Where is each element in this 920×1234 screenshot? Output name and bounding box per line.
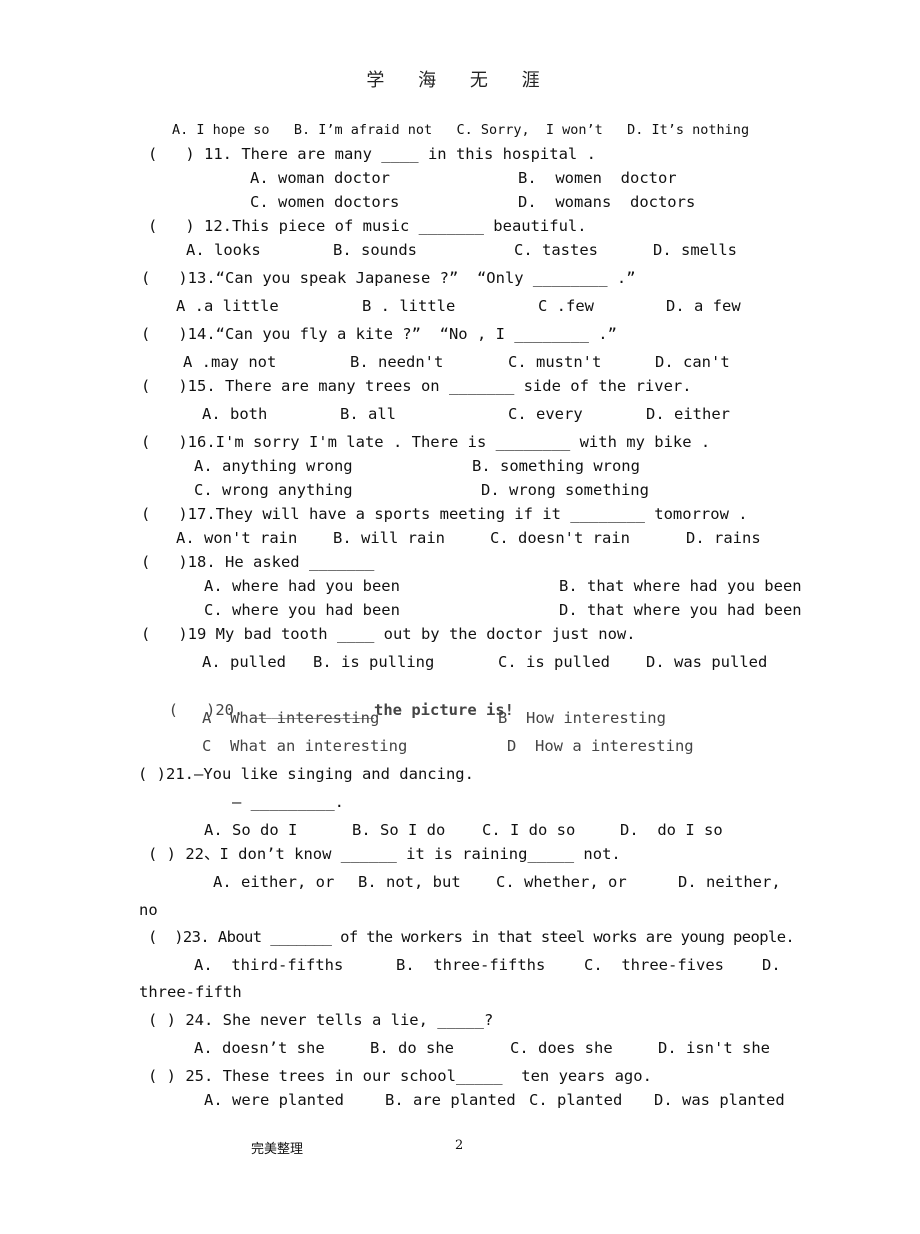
option-b: B. not, but [358, 873, 461, 891]
option-a: A. doesn’t she [194, 1039, 325, 1057]
question-25: ( ) 25. These trees in our school_____ t… [148, 1067, 652, 1085]
option-b: B . little [362, 297, 456, 315]
option-b: B. women doctor [518, 169, 677, 187]
option-b: B. is pulling [313, 653, 435, 671]
question-18: ( )18. He asked _______ [141, 553, 375, 571]
option-d-wrap: three-fifth [139, 983, 242, 1001]
option-a: A. anything wrong [194, 457, 353, 475]
option-b: B. something wrong [472, 457, 640, 475]
option-c: C What an interesting [202, 737, 408, 755]
question-20-text: the picture is! [374, 701, 514, 719]
footer-label: 完美整理 [251, 1142, 304, 1157]
option-c: C. tastes [514, 241, 598, 259]
option-c: C. where you had been [204, 601, 400, 619]
question-14: ( )14.“Can you fly a kite ?” “No , I ___… [141, 325, 617, 343]
question-16: ( )16.I'm sorry I'm late . There is ____… [141, 433, 711, 451]
option-b: B How interesting [498, 709, 666, 727]
option-a: A. pulled [202, 653, 286, 671]
question-22: ( ) 22、I don’t know ______ it is raining… [148, 845, 621, 863]
option-c: C. does she [510, 1039, 613, 1057]
page-header-title: 学 海 无 涯 [366, 70, 554, 91]
page-number: 2 [455, 1138, 464, 1153]
option-b: B. So I do [352, 821, 446, 839]
question-13: ( )13.“Can you speak Japanese ?” “Only _… [141, 269, 636, 287]
option-a: A. third-fifths [194, 956, 344, 974]
q10-options: A. I hope so B. I’m afraid not C. Sorry,… [172, 122, 750, 138]
option-d: D. [762, 956, 781, 974]
option-b: B. do she [370, 1039, 454, 1057]
option-b: B. three-fifths [396, 956, 546, 974]
question-24: ( ) 24. She never tells a lie, _____? [148, 1011, 494, 1029]
question-23: ( )23. About _______ of the workers in t… [148, 928, 795, 946]
option-d: D. a few [666, 297, 741, 315]
option-d: D. was planted [654, 1091, 785, 1109]
option-c: C. every [508, 405, 583, 423]
question-21: ( )21.—You like singing and dancing. [138, 765, 474, 783]
option-d: D. was pulled [646, 653, 768, 671]
option-a: A. either, or [213, 873, 335, 891]
option-a: A. looks [186, 241, 261, 259]
option-b: B. are planted [385, 1091, 516, 1109]
question-15: ( )15. There are many trees on _______ s… [141, 377, 692, 395]
question-21-reply: — _________. [232, 793, 344, 811]
option-d: D. can't [655, 353, 730, 371]
option-d: D. wrong something [481, 481, 649, 499]
option-a: A .may not [183, 353, 277, 371]
option-a: A. where had you been [204, 577, 400, 595]
option-c: C. planted [529, 1091, 623, 1109]
option-d: D. isn't she [658, 1039, 770, 1057]
option-c: C. I do so [482, 821, 576, 839]
option-d: D. do I so [620, 821, 723, 839]
option-d: D. smells [653, 241, 737, 259]
option-d: D. either [646, 405, 730, 423]
option-a: A. So do I [204, 821, 298, 839]
option-c: C. is pulled [498, 653, 610, 671]
option-b: B. sounds [333, 241, 417, 259]
option-a: A .a little [176, 297, 279, 315]
question-12: ( ) 12.This piece of music _______ beaut… [148, 217, 587, 235]
option-d-wrap: no [139, 901, 158, 919]
option-c: C. women doctors [250, 193, 400, 211]
option-d: D. rains [686, 529, 761, 547]
option-c: C. wrong anything [194, 481, 353, 499]
option-c: C .few [538, 297, 594, 315]
option-c: C. whether, or [496, 873, 627, 891]
question-19: ( )19 My bad tooth ____ out by the docto… [141, 625, 636, 643]
option-a: A. won't rain [176, 529, 298, 547]
option-c: C. doesn't rain [490, 529, 630, 547]
option-d: D. womans doctors [518, 193, 696, 211]
option-a: A. were planted [204, 1091, 344, 1109]
question-11: ( ) 11. There are many ____ in this hosp… [148, 145, 596, 163]
option-b: B. needn't [350, 353, 444, 371]
option-c: C. three-fives [584, 956, 724, 974]
option-b: B. will rain [333, 529, 445, 547]
option-b: B. all [340, 405, 396, 423]
option-a: A. woman doctor [250, 169, 390, 187]
option-d: D How a interesting [507, 737, 694, 755]
option-d: D. that where you had been [559, 601, 802, 619]
option-b: B. that where had you been [559, 577, 802, 595]
option-d: D. neither, [678, 873, 781, 891]
question-17: ( )17.They will have a sports meeting if… [141, 505, 748, 523]
option-c: C. mustn't [508, 353, 602, 371]
option-a: A What interesting [202, 709, 380, 727]
option-a: A. both [202, 405, 268, 423]
